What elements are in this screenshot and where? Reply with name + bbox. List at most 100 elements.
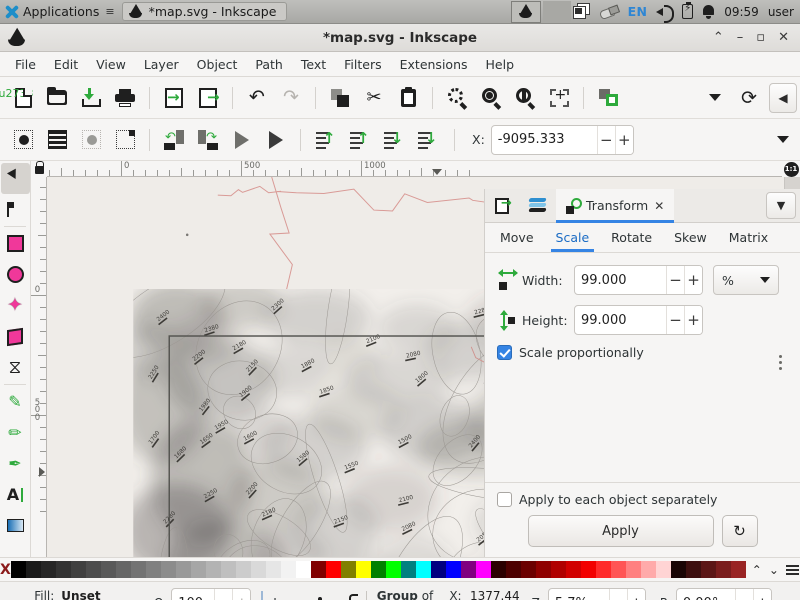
palette-swatch[interactable] bbox=[340, 561, 356, 578]
node-tool-button[interactable] bbox=[1, 194, 30, 225]
apply-button[interactable]: Apply bbox=[527, 515, 714, 547]
palette-swatch[interactable] bbox=[715, 561, 731, 578]
lower-to-bottom-button[interactable]: ↓ bbox=[410, 123, 444, 157]
dock-menu-button[interactable]: ▼ bbox=[766, 192, 796, 219]
selector-tool-button[interactable] bbox=[0, 163, 30, 194]
x-coordinate-spinbox[interactable]: − + bbox=[490, 124, 634, 155]
palette-swatch[interactable] bbox=[430, 561, 446, 578]
palette-swatch[interactable] bbox=[370, 561, 386, 578]
palette-swatch[interactable] bbox=[415, 561, 431, 578]
fill-value[interactable]: Unset bbox=[61, 589, 100, 600]
no-color-swatch[interactable]: X bbox=[0, 562, 11, 578]
select-all-button[interactable] bbox=[6, 123, 40, 157]
keyboard-layout-indicator[interactable]: EN bbox=[628, 4, 648, 19]
user-label[interactable]: user bbox=[768, 5, 794, 19]
select-same-button[interactable] bbox=[108, 123, 142, 157]
palette-swatch[interactable] bbox=[535, 561, 551, 578]
x-increment-button[interactable]: + bbox=[614, 125, 633, 154]
ellipse-tool-button[interactable] bbox=[1, 259, 30, 290]
new-document-button[interactable]: \u2733 bbox=[0, 81, 40, 115]
notification-bell-icon[interactable] bbox=[702, 2, 715, 22]
cut-button[interactable]: ✂ bbox=[357, 81, 391, 115]
raise-button[interactable]: ↑ bbox=[342, 123, 376, 157]
close-button[interactable]: ✕ bbox=[778, 31, 789, 44]
volume-icon[interactable] bbox=[656, 2, 675, 23]
unlock-icon[interactable] bbox=[343, 593, 358, 600]
palette-swatch[interactable] bbox=[475, 561, 491, 578]
star-tool-button[interactable]: ✦ bbox=[1, 290, 30, 321]
menu-text[interactable]: Text bbox=[292, 55, 335, 74]
undo-button[interactable]: ↶ bbox=[240, 81, 274, 115]
opacity-decrement-button[interactable]: − bbox=[214, 589, 233, 600]
rotation-increment-button[interactable]: + bbox=[752, 589, 771, 600]
rotate-cw-button[interactable]: ↷ bbox=[191, 123, 225, 157]
save-document-button[interactable] bbox=[74, 81, 108, 115]
zoom-page-width-button[interactable] bbox=[542, 81, 576, 115]
terminal-windows-icon[interactable] bbox=[572, 2, 591, 22]
palette-swatch[interactable] bbox=[265, 561, 281, 578]
zoom-decrement-button[interactable]: − bbox=[608, 589, 627, 600]
workspace-2-button[interactable] bbox=[542, 0, 571, 23]
pencil-tool-button[interactable]: ✏ bbox=[1, 417, 30, 448]
flip-horizontal-button[interactable] bbox=[225, 123, 259, 157]
redo-button[interactable]: ↷ bbox=[274, 81, 308, 115]
palette-swatch[interactable] bbox=[550, 561, 566, 578]
palette-swatch[interactable] bbox=[310, 561, 326, 578]
tab-move[interactable]: Move bbox=[489, 223, 545, 252]
battery-icon[interactable] bbox=[682, 1, 694, 22]
palette-swatch[interactable] bbox=[160, 561, 176, 578]
pen-tool-button[interactable]: ✎ bbox=[1, 386, 30, 417]
raise-to-top-button[interactable]: ↑ bbox=[308, 123, 342, 157]
tab-rotate[interactable]: Rotate bbox=[600, 223, 663, 252]
palette-swatch[interactable] bbox=[595, 561, 611, 578]
width-spinbox[interactable]: − + bbox=[574, 265, 703, 295]
x-decrement-button[interactable]: − bbox=[596, 125, 615, 154]
palette-swatch[interactable] bbox=[445, 561, 461, 578]
palette-swatch[interactable] bbox=[355, 561, 371, 578]
print-button[interactable] bbox=[108, 81, 142, 115]
opacity-input[interactable] bbox=[172, 589, 215, 600]
open-document-button[interactable] bbox=[40, 81, 74, 115]
palette-swatch[interactable] bbox=[730, 561, 746, 578]
palette-swatch[interactable] bbox=[115, 561, 131, 578]
palette-swatches[interactable] bbox=[10, 561, 746, 578]
opacity-spinbox[interactable]: − + bbox=[171, 588, 252, 600]
clock[interactable]: 09:59 bbox=[724, 5, 759, 19]
select-all-layers-button[interactable] bbox=[40, 123, 74, 157]
palette-swatch[interactable] bbox=[580, 561, 596, 578]
window-menu-icon[interactable]: ≡ bbox=[105, 5, 114, 18]
workspace-1-button[interactable] bbox=[510, 0, 541, 23]
minimize-button[interactable]: – bbox=[737, 31, 744, 44]
x-coordinate-input[interactable] bbox=[491, 125, 597, 154]
palette-swatch[interactable] bbox=[400, 561, 416, 578]
palette-swatch[interactable] bbox=[280, 561, 296, 578]
palette-swatch[interactable] bbox=[460, 561, 476, 578]
menu-help[interactable]: Help bbox=[477, 55, 524, 74]
palette-swatch[interactable] bbox=[700, 561, 716, 578]
usb-device-icon[interactable] bbox=[600, 2, 619, 22]
ruler-lock-button[interactable] bbox=[31, 160, 47, 177]
copy-button[interactable] bbox=[323, 81, 357, 115]
palette-swatch[interactable] bbox=[520, 561, 536, 578]
palette-swatch[interactable] bbox=[685, 561, 701, 578]
palette-swatch[interactable] bbox=[25, 561, 41, 578]
palette-swatch[interactable] bbox=[610, 561, 626, 578]
palette-swatch[interactable] bbox=[505, 561, 521, 578]
palette-swatch[interactable] bbox=[205, 561, 221, 578]
reset-button[interactable]: ↻ bbox=[721, 515, 758, 547]
zoom-input[interactable] bbox=[548, 589, 609, 600]
width-decrement-button[interactable]: − bbox=[666, 266, 684, 294]
applications-menu[interactable]: Applications ≡ bbox=[0, 0, 119, 24]
vertical-ruler[interactable]: 0 500 bbox=[31, 177, 47, 600]
palette-swatch[interactable] bbox=[40, 561, 56, 578]
menu-path[interactable]: Path bbox=[246, 55, 291, 74]
rotation-input[interactable] bbox=[676, 589, 735, 600]
palette-swatch[interactable] bbox=[490, 561, 506, 578]
fill-stroke-indicator[interactable]: Fill: Unset Stroke: Unset 0.265 bbox=[0, 589, 142, 600]
text-tool-button[interactable]: A bbox=[1, 479, 30, 510]
apply-each-object-checkbox[interactable] bbox=[497, 492, 512, 507]
menu-object[interactable]: Object bbox=[188, 55, 247, 74]
zoom-page-button[interactable] bbox=[508, 81, 542, 115]
more-commands-button[interactable] bbox=[698, 81, 732, 115]
palette-menu-icon[interactable] bbox=[785, 564, 799, 575]
